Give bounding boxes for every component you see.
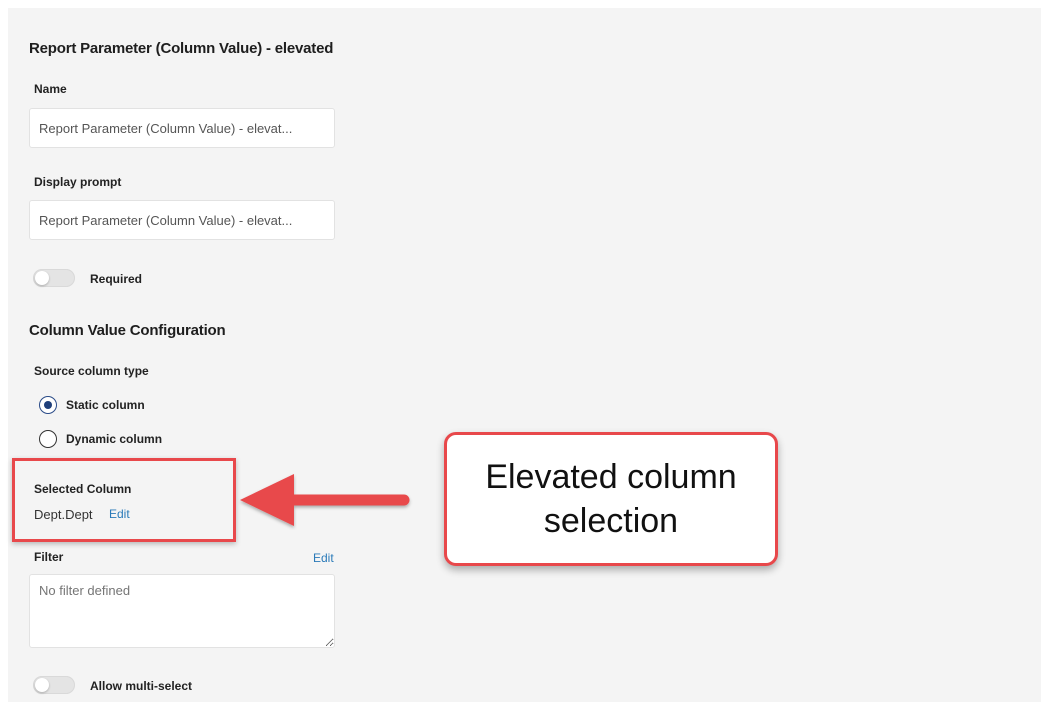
allow-multi-select-toggle[interactable] bbox=[33, 676, 75, 694]
annotation-callout: Elevated column selection bbox=[444, 432, 778, 566]
display-prompt-label: Display prompt bbox=[34, 175, 122, 189]
toggle-knob bbox=[35, 678, 49, 692]
panel-title: Report Parameter (Column Value) - elevat… bbox=[29, 40, 334, 57]
selected-column-value: Dept.Dept bbox=[34, 507, 93, 522]
static-column-radio[interactable] bbox=[39, 396, 57, 414]
display-prompt-input[interactable] bbox=[29, 200, 335, 240]
required-toggle[interactable] bbox=[33, 269, 75, 287]
dynamic-column-label: Dynamic column bbox=[66, 432, 163, 446]
name-label: Name bbox=[34, 82, 67, 96]
edit-selected-column-link[interactable]: Edit bbox=[109, 507, 130, 521]
filter-textarea[interactable] bbox=[29, 574, 335, 648]
column-value-configuration-title: Column Value Configuration bbox=[29, 322, 226, 339]
toggle-knob bbox=[35, 271, 49, 285]
static-column-label: Static column bbox=[66, 398, 145, 412]
name-input[interactable] bbox=[29, 108, 335, 148]
source-column-type-label: Source column type bbox=[34, 364, 149, 378]
filter-label: Filter bbox=[34, 550, 64, 564]
dynamic-column-radio[interactable] bbox=[39, 430, 57, 448]
required-label: Required bbox=[90, 272, 143, 286]
edit-filter-link[interactable]: Edit bbox=[313, 551, 334, 565]
screenshot-stage: Report Parameter (Column Value) - elevat… bbox=[0, 0, 1045, 702]
allow-multi-select-label: Allow multi-select bbox=[90, 679, 193, 693]
selected-column-label: Selected Column bbox=[34, 482, 132, 496]
annotation-callout-text: Elevated column selection bbox=[485, 458, 737, 540]
